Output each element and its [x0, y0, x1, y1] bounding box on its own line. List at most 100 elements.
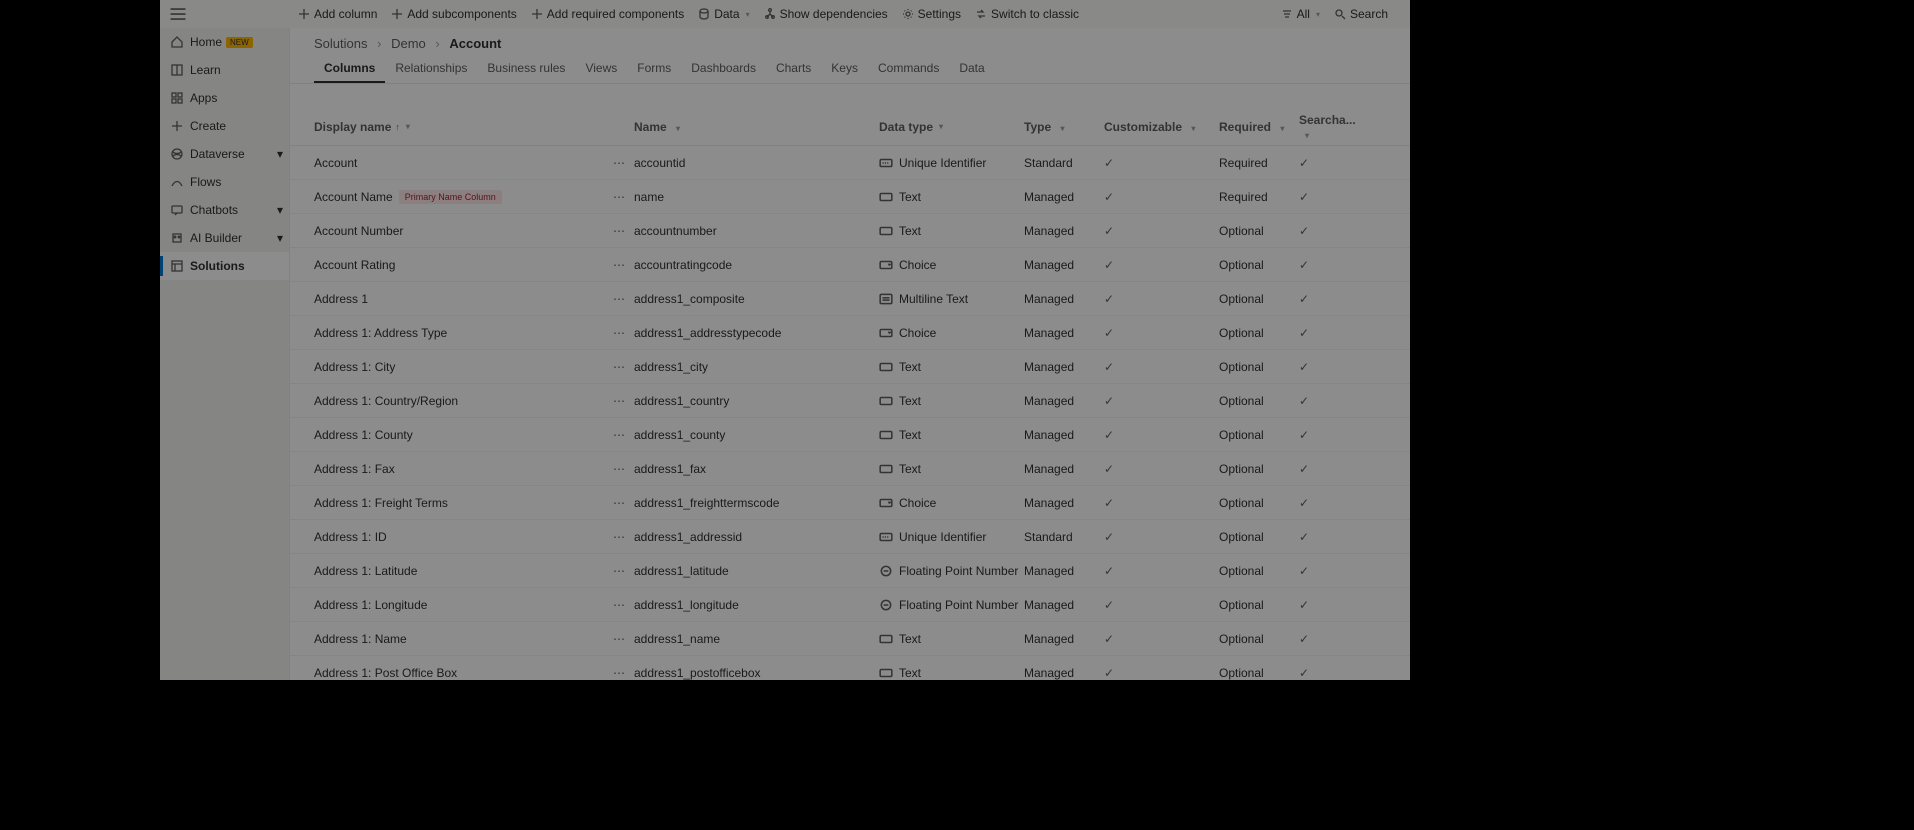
- row-more-button[interactable]: ⋯: [604, 292, 634, 306]
- table-row[interactable]: Address 1: Address Type⋯address1_address…: [290, 316, 1410, 350]
- cell-data-type: Floating Point Number: [899, 564, 1018, 578]
- table-row[interactable]: Address 1: Freight Terms⋯address1_freigh…: [290, 486, 1410, 520]
- table-row[interactable]: Address 1: City⋯address1_cityTextManaged…: [290, 350, 1410, 384]
- header-type[interactable]: Type ▾: [1024, 120, 1104, 134]
- cell-type: Managed: [1024, 428, 1104, 442]
- header-data-type[interactable]: Data type ▾: [879, 120, 1024, 134]
- row-more-button[interactable]: ⋯: [604, 564, 634, 578]
- new-badge: NEW: [226, 37, 253, 48]
- tab-relationships[interactable]: Relationships: [385, 55, 477, 83]
- tab-charts[interactable]: Charts: [766, 55, 821, 83]
- table-row[interactable]: Address 1: Name⋯address1_nameTextManaged…: [290, 622, 1410, 656]
- table-row[interactable]: Account⋯accountidUnique IdentifierStanda…: [290, 146, 1410, 180]
- table-row[interactable]: Account Rating⋯accountratingcodeChoiceMa…: [290, 248, 1410, 282]
- nav-label: Learn: [190, 63, 221, 77]
- tab-keys[interactable]: Keys: [821, 55, 868, 83]
- add-required-button[interactable]: Add required components: [531, 7, 684, 21]
- show-dependencies-button[interactable]: Show dependencies: [764, 7, 888, 21]
- cell-display-name: Address 1: ID: [314, 530, 387, 544]
- cell-data-type: Text: [899, 428, 921, 442]
- book-icon: [170, 63, 184, 77]
- table-row[interactable]: Address 1: Latitude⋯address1_latitudeFlo…: [290, 554, 1410, 588]
- cell-customizable: ✓: [1104, 190, 1219, 204]
- tab-data[interactable]: Data: [949, 55, 994, 83]
- chevron-right-icon: ›: [377, 36, 381, 51]
- table-row[interactable]: Account Number⋯accountnumberTextManaged✓…: [290, 214, 1410, 248]
- breadcrumb-demo[interactable]: Demo: [391, 36, 426, 51]
- cell-searchable: ✓: [1299, 598, 1349, 612]
- row-more-button[interactable]: ⋯: [604, 496, 634, 510]
- cell-searchable: ✓: [1299, 258, 1349, 272]
- table-row[interactable]: Address 1: Country/Region⋯address1_count…: [290, 384, 1410, 418]
- cell-name: accountnumber: [634, 224, 879, 238]
- datatype-icon: [879, 394, 893, 408]
- cell-data-type: Text: [899, 224, 921, 238]
- sidebar-item-solutions[interactable]: Solutions: [160, 252, 289, 280]
- sidebar-item-home[interactable]: Home NEW: [160, 28, 289, 56]
- cell-type: Managed: [1024, 564, 1104, 578]
- cell-type: Managed: [1024, 292, 1104, 306]
- table-row[interactable]: Address 1: Longitude⋯address1_longitudeF…: [290, 588, 1410, 622]
- datatype-icon: [879, 224, 893, 238]
- tab-list: ColumnsRelationshipsBusiness rulesViewsF…: [290, 55, 1410, 84]
- table-row[interactable]: Address 1: ID⋯address1_addressidUnique I…: [290, 520, 1410, 554]
- row-more-button[interactable]: ⋯: [604, 224, 634, 238]
- cell-type: Managed: [1024, 360, 1104, 374]
- cell-name: accountratingcode: [634, 258, 879, 272]
- chevron-down-icon: ▾: [277, 147, 283, 161]
- datatype-icon: [879, 462, 893, 476]
- header-searchable[interactable]: Searcha... ▾: [1299, 113, 1356, 141]
- row-more-button[interactable]: ⋯: [604, 360, 634, 374]
- header-display-name[interactable]: Display name ↑ ▾: [314, 120, 604, 134]
- table-row[interactable]: Address 1: Post Office Box⋯address1_post…: [290, 656, 1410, 680]
- cmd-label: Add column: [314, 7, 377, 21]
- filter-all-button[interactable]: All ▾: [1281, 7, 1320, 21]
- sidebar-item-chatbots[interactable]: Chatbots ▾: [160, 196, 289, 224]
- table-row[interactable]: Address 1⋯address1_compositeMultiline Te…: [290, 282, 1410, 316]
- tab-forms[interactable]: Forms: [627, 55, 681, 83]
- table-row[interactable]: Address 1: Fax⋯address1_faxTextManaged✓O…: [290, 452, 1410, 486]
- cell-customizable: ✓: [1104, 530, 1219, 544]
- row-more-button[interactable]: ⋯: [604, 530, 634, 544]
- add-column-button[interactable]: Add column: [298, 7, 377, 21]
- tab-commands[interactable]: Commands: [868, 55, 949, 83]
- sidebar-item-flows[interactable]: Flows: [160, 168, 289, 196]
- row-more-button[interactable]: ⋯: [604, 666, 634, 680]
- table-row[interactable]: Account NamePrimary Name Column⋯nameText…: [290, 180, 1410, 214]
- header-required[interactable]: Required ▾: [1219, 120, 1299, 134]
- cell-type: Managed: [1024, 632, 1104, 646]
- sidebar-item-apps[interactable]: Apps: [160, 84, 289, 112]
- cell-searchable: ✓: [1299, 496, 1349, 510]
- row-more-button[interactable]: ⋯: [604, 428, 634, 442]
- row-more-button[interactable]: ⋯: [604, 462, 634, 476]
- tab-dashboards[interactable]: Dashboards: [681, 55, 766, 83]
- ai-icon: [170, 231, 184, 245]
- chevron-down-icon: ▾: [1191, 124, 1195, 133]
- sidebar-item-ai-builder[interactable]: AI Builder ▾: [160, 224, 289, 252]
- sidebar-item-dataverse[interactable]: Dataverse ▾: [160, 140, 289, 168]
- row-more-button[interactable]: ⋯: [604, 190, 634, 204]
- switch-classic-button[interactable]: Switch to classic: [975, 7, 1079, 21]
- tab-views[interactable]: Views: [575, 55, 627, 83]
- row-more-button[interactable]: ⋯: [604, 394, 634, 408]
- breadcrumb-solutions[interactable]: Solutions: [314, 36, 367, 51]
- tab-business-rules[interactable]: Business rules: [477, 55, 575, 83]
- sidebar-item-learn[interactable]: Learn: [160, 56, 289, 84]
- tab-columns[interactable]: Columns: [314, 55, 385, 83]
- settings-button[interactable]: Settings: [902, 7, 961, 21]
- cell-customizable: ✓: [1104, 394, 1219, 408]
- add-subcomponents-button[interactable]: Add subcomponents: [391, 7, 516, 21]
- cell-display-name: Account Rating: [314, 258, 395, 272]
- header-customizable[interactable]: Customizable ▾: [1104, 120, 1219, 134]
- row-more-button[interactable]: ⋯: [604, 258, 634, 272]
- sidebar-item-create[interactable]: Create: [160, 112, 289, 140]
- table-row[interactable]: Address 1: County⋯address1_countyTextMan…: [290, 418, 1410, 452]
- row-more-button[interactable]: ⋯: [604, 156, 634, 170]
- row-more-button[interactable]: ⋯: [604, 326, 634, 340]
- row-more-button[interactable]: ⋯: [604, 632, 634, 646]
- header-name[interactable]: Name ▾: [634, 120, 879, 134]
- row-more-button[interactable]: ⋯: [604, 598, 634, 612]
- hamburger-menu[interactable]: [168, 4, 188, 24]
- data-button[interactable]: Data ▾: [698, 7, 749, 21]
- search-button[interactable]: Search: [1334, 7, 1388, 21]
